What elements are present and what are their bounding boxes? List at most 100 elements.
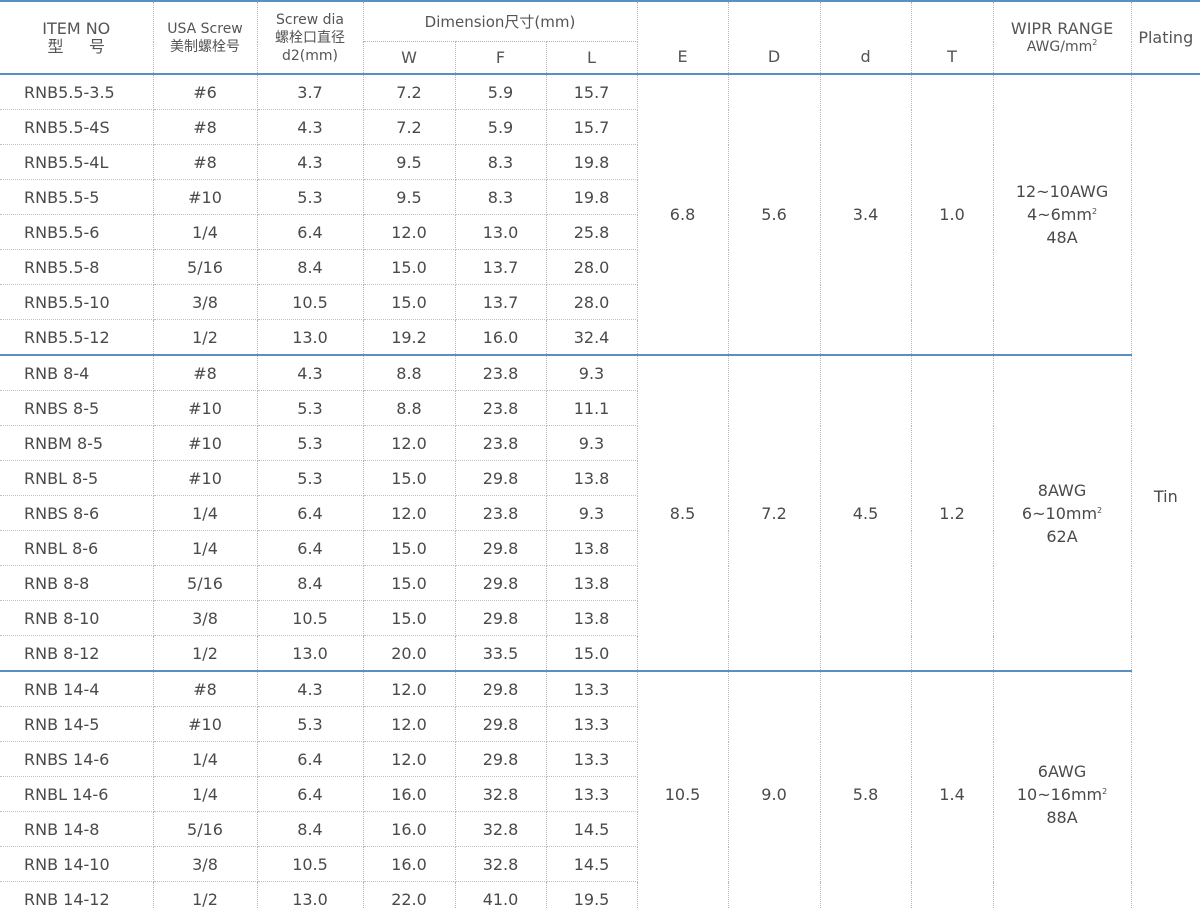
l-cell: 15.7 [546,109,638,145]
w-cell: 9.5 [363,179,456,215]
screw-dia-cell: 13.0 [257,635,364,672]
item-no-cell: RNBL 8-6 [0,530,154,566]
screw-dia-cell: 4.3 [257,109,364,145]
l-cell: 13.3 [546,706,638,742]
screw-dia-cell: 10.5 [257,600,364,636]
f-cell: 32.8 [455,846,547,882]
l-cell: 11.1 [546,390,638,426]
item-no-cell: RNBS 8-6 [0,495,154,531]
w-cell: 12.0 [363,495,456,531]
l-cell: 13.8 [546,600,638,636]
plating-cell: Tin [1153,486,1178,506]
spec-sheet: ITEM NO 型 号 USA Screw 美制螺栓号 Screw dia 螺栓… [0,0,1200,908]
l-cell: 19.8 [546,179,638,215]
f-cell: 23.8 [455,355,547,391]
group-t-cell: 1.4 [911,671,994,908]
usa-screw-cell: 1/4 [153,530,258,566]
screw-dia-cell: 6.4 [257,495,364,531]
item-no-cell: RNB 8-8 [0,565,154,601]
f-cell: 41.0 [455,881,547,908]
table-header: ITEM NO 型 号 USA Screw 美制螺栓号 Screw dia 螺栓… [0,1,1200,75]
f-cell: 32.8 [455,776,547,812]
usa-screw-cell: 5/16 [153,565,258,601]
usa-screw-cell: 1/2 [153,881,258,908]
group-d-cell: 9.0 [728,671,821,908]
screw-dia-cell: 5.3 [257,706,364,742]
usa-screw-cell: #10 [153,390,258,426]
screw-dia-cell: 6.4 [257,214,364,250]
usa-screw-cell: 1/4 [153,495,258,531]
screw-dia-cell: 6.4 [257,530,364,566]
f-cell: 29.8 [455,671,547,707]
screw-dia-cell: 6.4 [257,741,364,777]
w-cell: 7.2 [363,109,456,145]
group-d-lower-cell: 4.5 [820,355,912,672]
group-t-cell: 1.0 [911,74,994,356]
f-cell: 13.7 [455,249,547,285]
w-cell: 16.0 [363,846,456,882]
f-cell: 8.3 [455,179,547,215]
f-cell: 29.8 [455,460,547,496]
usa-screw-cell: #10 [153,425,258,461]
item-no-cell: RNB 14-4 [0,671,154,707]
usa-screw-cell: #8 [153,144,258,180]
l-cell: 9.3 [546,495,638,531]
f-cell: 5.9 [455,74,547,110]
f-cell: 13.0 [455,214,547,250]
item-no-cell: RNB 8-10 [0,600,154,636]
screw-dia-cell: 8.4 [257,811,364,847]
usa-screw-cell: #10 [153,706,258,742]
terminal-spec-table: ITEM NO 型 号 USA Screw 美制螺栓号 Screw dia 螺栓… [0,0,1200,908]
item-no-cell: RNB5.5-3.5 [0,74,154,110]
l-cell: 19.5 [546,881,638,908]
usa-screw-cell: 1/4 [153,776,258,812]
f-cell: 23.8 [455,390,547,426]
f-cell: 33.5 [455,635,547,672]
group-t-cell: 1.2 [911,355,994,672]
table-row: RNB 14-4 #8 4.3 12.0 29.8 13.3 10.5 9.0 5.8 1.4 6A… [0,671,1200,908]
usa-screw-cell: 3/8 [153,600,258,636]
screw-dia-cell: 5.3 [257,425,364,461]
screw-dia-cell: 8.4 [257,249,364,285]
l-cell: 28.0 [546,284,638,320]
item-no-cell: RNB 14-5 [0,706,154,742]
usa-screw-cell: #8 [153,109,258,145]
header-spacer [911,1,994,42]
usa-screw-cell: #8 [153,671,258,707]
header-e: E [637,41,729,75]
header-d-lower: d [820,41,912,75]
item-no-cell: RNB 8-12 [0,635,154,672]
l-cell: 14.5 [546,846,638,882]
w-cell: 12.0 [363,671,456,707]
w-cell: 15.0 [363,600,456,636]
f-cell: 29.8 [455,530,547,566]
item-no-cell: RNB5.5-12 [0,319,154,356]
f-cell: 29.8 [455,706,547,742]
w-cell: 8.8 [363,355,456,391]
w-cell: 12.0 [363,706,456,742]
item-no-cell: RNB 8-4 [0,355,154,391]
l-cell: 13.8 [546,565,638,601]
header-usa-screw: USA Screw 美制螺栓号 [153,1,258,75]
usa-screw-cell: 1/2 [153,635,258,672]
header-t: T [911,41,994,75]
usa-screw-cell: 3/8 [153,846,258,882]
item-no-cell: RNB5.5-8 [0,249,154,285]
usa-screw-cell: 1/4 [153,214,258,250]
screw-dia-cell: 5.3 [257,390,364,426]
group-wipr-cell: 8AWG 6~10mm2 62A [993,355,1132,672]
item-no-cell: RNBL 14-6 [0,776,154,812]
w-cell: 15.0 [363,249,456,285]
w-cell: 9.5 [363,144,456,180]
screw-dia-cell: 4.3 [257,355,364,391]
screw-dia-cell: 3.7 [257,74,364,110]
group-wipr-cell: 6AWG 10~16mm2 88A [993,671,1132,908]
w-cell: 12.0 [363,741,456,777]
item-no-cell: RNBS 8-5 [0,390,154,426]
f-cell: 29.8 [455,741,547,777]
header-spacer [820,1,912,42]
w-cell: 15.0 [363,284,456,320]
group-e-cell: 10.5 [637,671,729,908]
screw-dia-cell: 5.3 [257,179,364,215]
l-cell: 13.3 [546,741,638,777]
